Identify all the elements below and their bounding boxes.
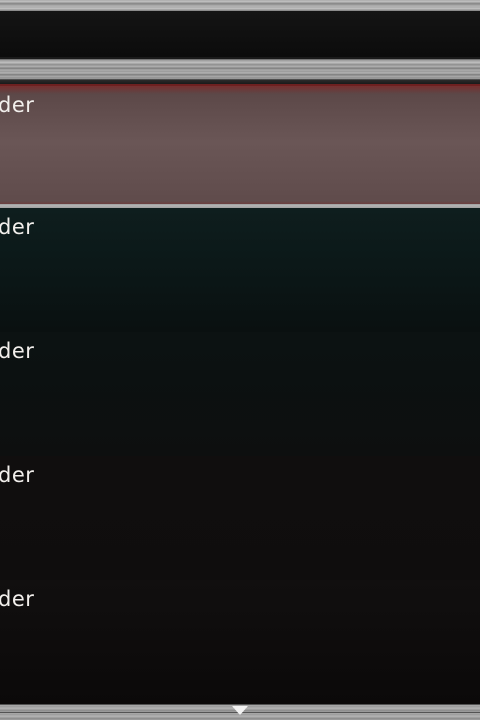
list-item[interactable]: der [0,208,480,332]
header-divider-bar [0,57,480,84]
list-item[interactable]: der [0,84,480,210]
list-item[interactable]: der [0,580,480,704]
list-item-label: der [0,93,35,117]
menu-list: der der der der der [0,84,480,704]
list-item-label: der [0,215,35,239]
list-item-label: der [0,587,35,611]
list-item-label: der [0,463,35,487]
menu-header [0,11,480,57]
list-item[interactable]: der [0,332,480,456]
list-item-label: der [0,339,35,363]
scroll-down-icon[interactable] [232,706,248,715]
top-frame-bar [0,0,480,11]
list-item[interactable]: der [0,456,480,580]
